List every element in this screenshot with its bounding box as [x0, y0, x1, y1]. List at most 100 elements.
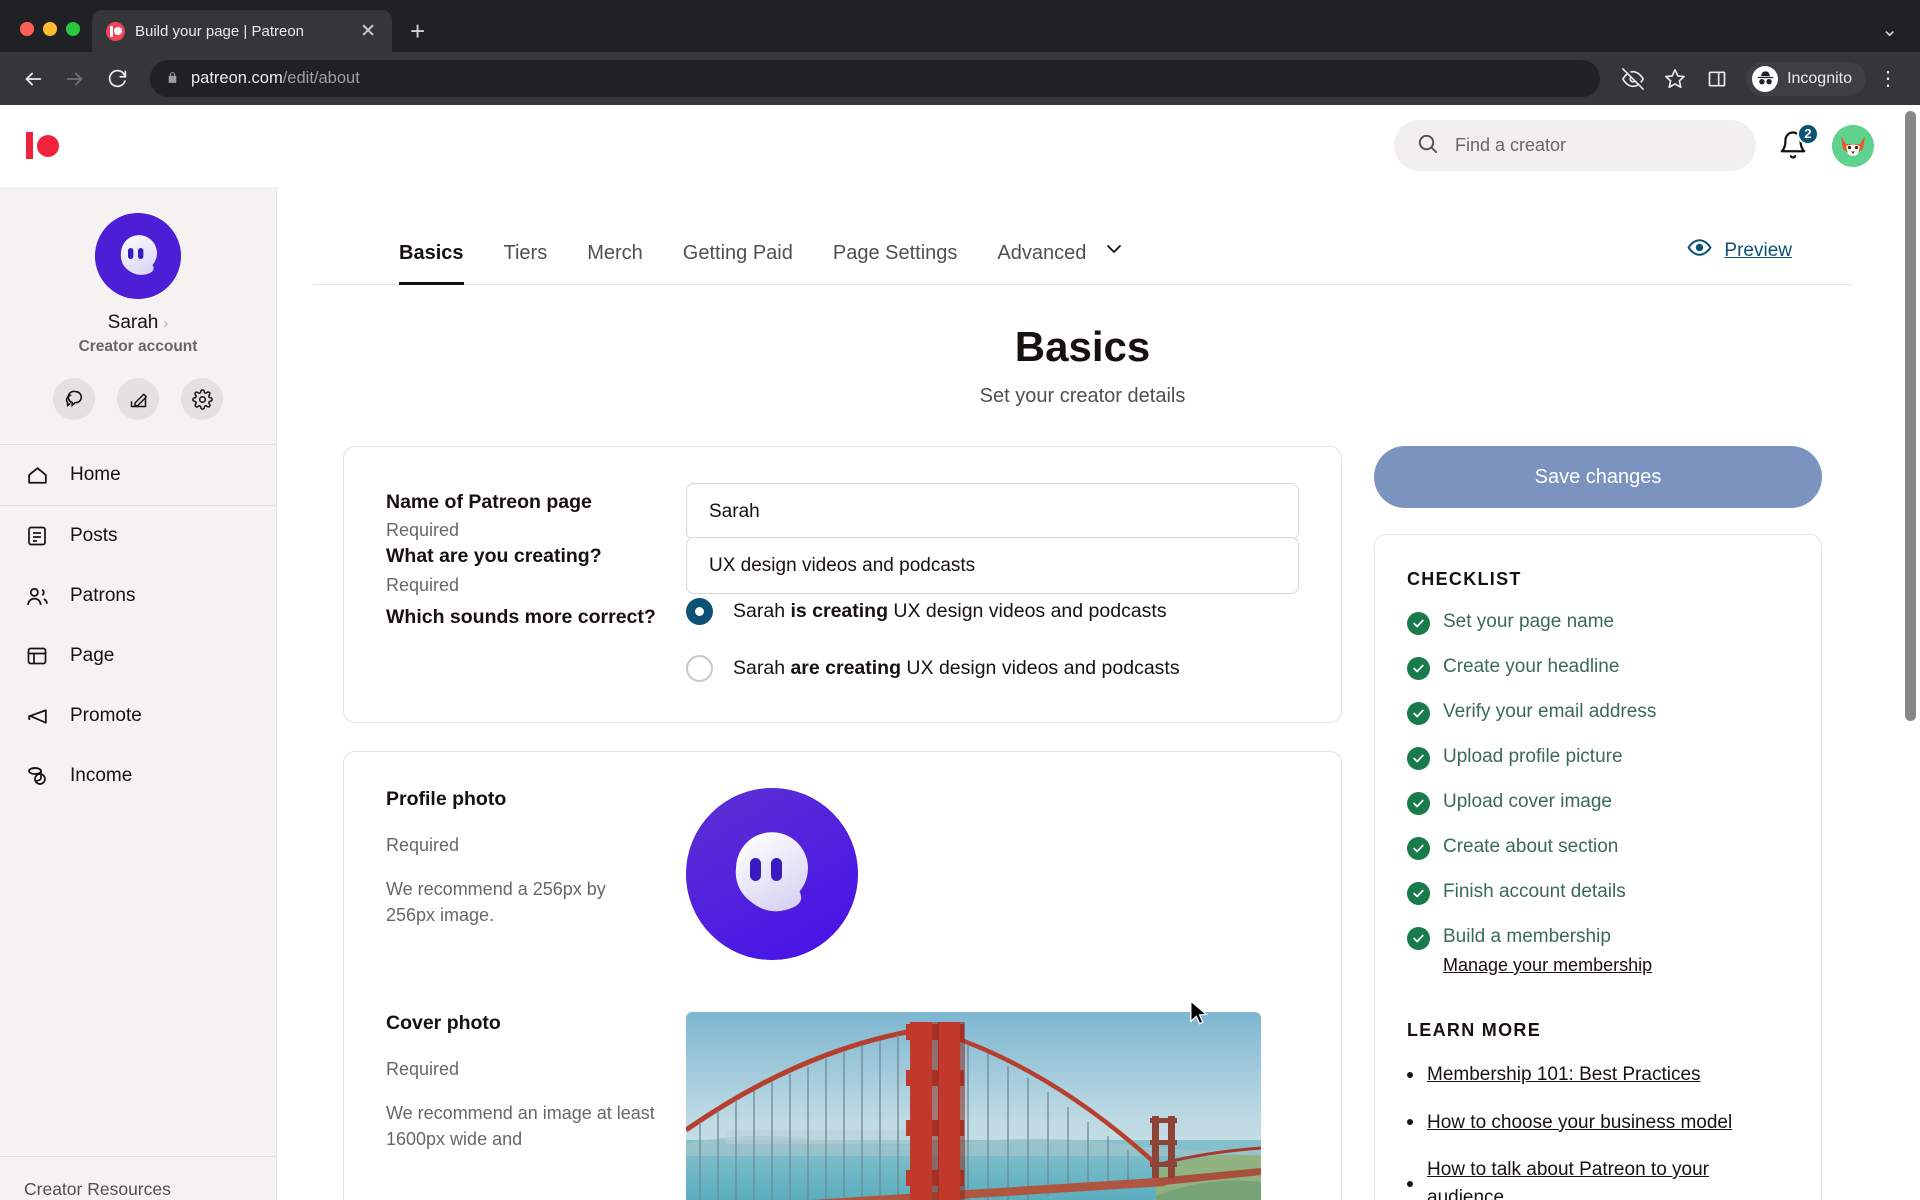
megaphone-icon [24, 704, 50, 729]
manage-membership-link[interactable]: Manage your membership [1443, 955, 1789, 976]
forward-button[interactable] [56, 60, 94, 98]
checklist-item[interactable]: Verify your email address [1407, 700, 1789, 725]
browser-tab[interactable]: Build your page | Patreon ✕ [92, 10, 392, 52]
form-column: Name of Patreon page Required Sarah What… [343, 446, 1342, 1200]
avatar[interactable] [1832, 124, 1874, 167]
radio-option-are-creating[interactable]: Sarah are creating UX design videos and … [686, 654, 1299, 682]
checklist-item[interactable]: Build a membership [1407, 925, 1789, 950]
chevron-down-icon[interactable] [1102, 237, 1126, 284]
sidebar-account-type: Creator account [78, 338, 198, 355]
side-panel-icon[interactable] [1698, 60, 1736, 98]
learn-more-link[interactable]: How to talk about Patreon to your audien… [1427, 1156, 1789, 1200]
browser-menu-button[interactable]: ⋮ [1870, 69, 1906, 89]
list-item[interactable]: Membership 101: Best Practices [1407, 1061, 1789, 1089]
edit-button[interactable] [117, 378, 159, 420]
tab-page-settings[interactable]: Page Settings [833, 242, 958, 284]
patreon-favicon-icon [106, 21, 125, 41]
sidebar-item-income[interactable]: Income [0, 746, 276, 806]
radio-label: Sarah are creating UX design videos and … [733, 656, 1180, 679]
maximize-window-button[interactable] [66, 22, 80, 36]
content-columns: Name of Patreon page Required Sarah What… [313, 446, 1852, 1200]
document-icon [24, 524, 50, 548]
sidebar-item-patrons[interactable]: Patrons [0, 566, 276, 626]
sidebar-item-home[interactable]: Home [0, 445, 276, 505]
checklist-item[interactable]: Set your page name [1407, 610, 1789, 635]
sidebar-creator-name-link[interactable]: Sarah › [108, 312, 169, 334]
sidebar-item-posts[interactable]: Posts [0, 506, 276, 566]
layout-icon [24, 644, 50, 668]
cover-photo-meta: Cover photo Required We recommend an ima… [386, 1012, 658, 1152]
new-tab-button[interactable]: + [410, 18, 425, 44]
radio-label: Sarah is creating UX design videos and p… [733, 599, 1167, 622]
checklist-title: CHECKLIST [1407, 569, 1522, 589]
preview-button[interactable]: Preview [1687, 235, 1792, 284]
reload-button[interactable] [98, 60, 136, 98]
field-control [686, 537, 1299, 595]
radio-button[interactable] [686, 597, 713, 625]
search-bar[interactable] [1394, 120, 1756, 171]
what-creating-input[interactable] [686, 537, 1299, 595]
learn-more-title: LEARN MORE [1407, 1020, 1541, 1040]
sidebar-item-label: Home [70, 464, 121, 485]
field-what-creating: What are you creating? Required [386, 537, 1299, 595]
cover-photo-image[interactable] [686, 1011, 1261, 1200]
checklist-item[interactable]: Finish account details [1407, 880, 1789, 905]
sidebar-avatar[interactable] [95, 213, 181, 299]
page-scrollbar-track[interactable] [1901, 105, 1920, 1200]
list-item[interactable]: How to choose your business model [1407, 1109, 1789, 1137]
bookmark-star-icon[interactable] [1656, 60, 1694, 98]
page-scrollbar-thumb[interactable] [1905, 111, 1916, 721]
checklist-item[interactable]: Create about section [1407, 835, 1789, 860]
tab-tiers[interactable]: Tiers [504, 242, 548, 284]
url-path: /edit/about [282, 69, 360, 87]
field-label-group: Which sounds more correct? [386, 598, 658, 682]
bullet-icon [1407, 1119, 1413, 1126]
tab-search-chevron-down-icon[interactable]: ⌄ [1881, 19, 1898, 41]
gear-icon[interactable] [181, 378, 223, 420]
checklist-item[interactable]: Create your headline [1407, 655, 1789, 680]
profile-photo-image[interactable] [686, 787, 858, 960]
home-icon [24, 463, 50, 488]
learn-more-link[interactable]: Membership 101: Best Practices [1427, 1061, 1701, 1089]
radio-option-is-creating[interactable]: Sarah is creating UX design videos and p… [686, 597, 1299, 625]
cover-photo-required: Required [386, 1058, 460, 1079]
search-input[interactable] [1455, 135, 1734, 156]
address-bar[interactable]: patreon.com/edit/about [150, 60, 1601, 97]
sidebar-item-page[interactable]: Page [0, 626, 276, 686]
browser-tabstrip: Build your page | Patreon ✕ + ⌄ [0, 0, 1920, 52]
field-label-group: Name of Patreon page Required [386, 483, 658, 541]
learn-more-link[interactable]: How to choose your business model [1427, 1109, 1732, 1137]
tab-merch[interactable]: Merch [587, 242, 643, 284]
checklist-item[interactable]: Upload cover image [1407, 790, 1789, 815]
basics-card: Name of Patreon page Required Sarah What… [343, 446, 1342, 723]
save-button[interactable]: Save changes [1374, 446, 1822, 508]
notifications-button[interactable]: 2 [1778, 122, 1819, 162]
sidebar-item-label: Page [70, 645, 115, 666]
messages-button[interactable] [53, 378, 95, 420]
back-button[interactable] [14, 60, 52, 98]
incognito-profile-button[interactable]: Incognito [1746, 61, 1866, 96]
tab-basics[interactable]: Basics [399, 242, 464, 285]
minimize-window-button[interactable] [43, 22, 57, 36]
lock-icon [166, 70, 179, 88]
radio-group: Sarah is creating UX design videos and p… [686, 597, 1299, 682]
people-icon [24, 584, 50, 609]
radio-button[interactable] [686, 654, 713, 682]
creator-resources-link[interactable]: Creator Resources [24, 1179, 171, 1199]
close-tab-button[interactable]: ✕ [356, 20, 380, 43]
check-circle-icon [1407, 612, 1430, 635]
page-name-input[interactable] [686, 483, 1299, 540]
hide-eye-icon[interactable] [1614, 60, 1652, 98]
patreon-logo-icon[interactable] [26, 129, 70, 163]
tab-advanced[interactable]: Advanced [997, 242, 1086, 284]
tab-getting-paid[interactable]: Getting Paid [683, 242, 793, 284]
list-item[interactable]: How to talk about Patreon to your audien… [1407, 1156, 1789, 1200]
checklist-item[interactable]: Upload profile picture [1407, 745, 1789, 770]
search-icon [1416, 132, 1439, 160]
field-label: Name of Patreon page [386, 491, 592, 513]
site-header: 2 [0, 105, 1920, 187]
url-domain: patreon.com [191, 69, 283, 87]
close-window-button[interactable] [20, 22, 34, 36]
sidebar-item-promote[interactable]: Promote [0, 686, 276, 746]
check-circle-icon [1407, 747, 1430, 770]
